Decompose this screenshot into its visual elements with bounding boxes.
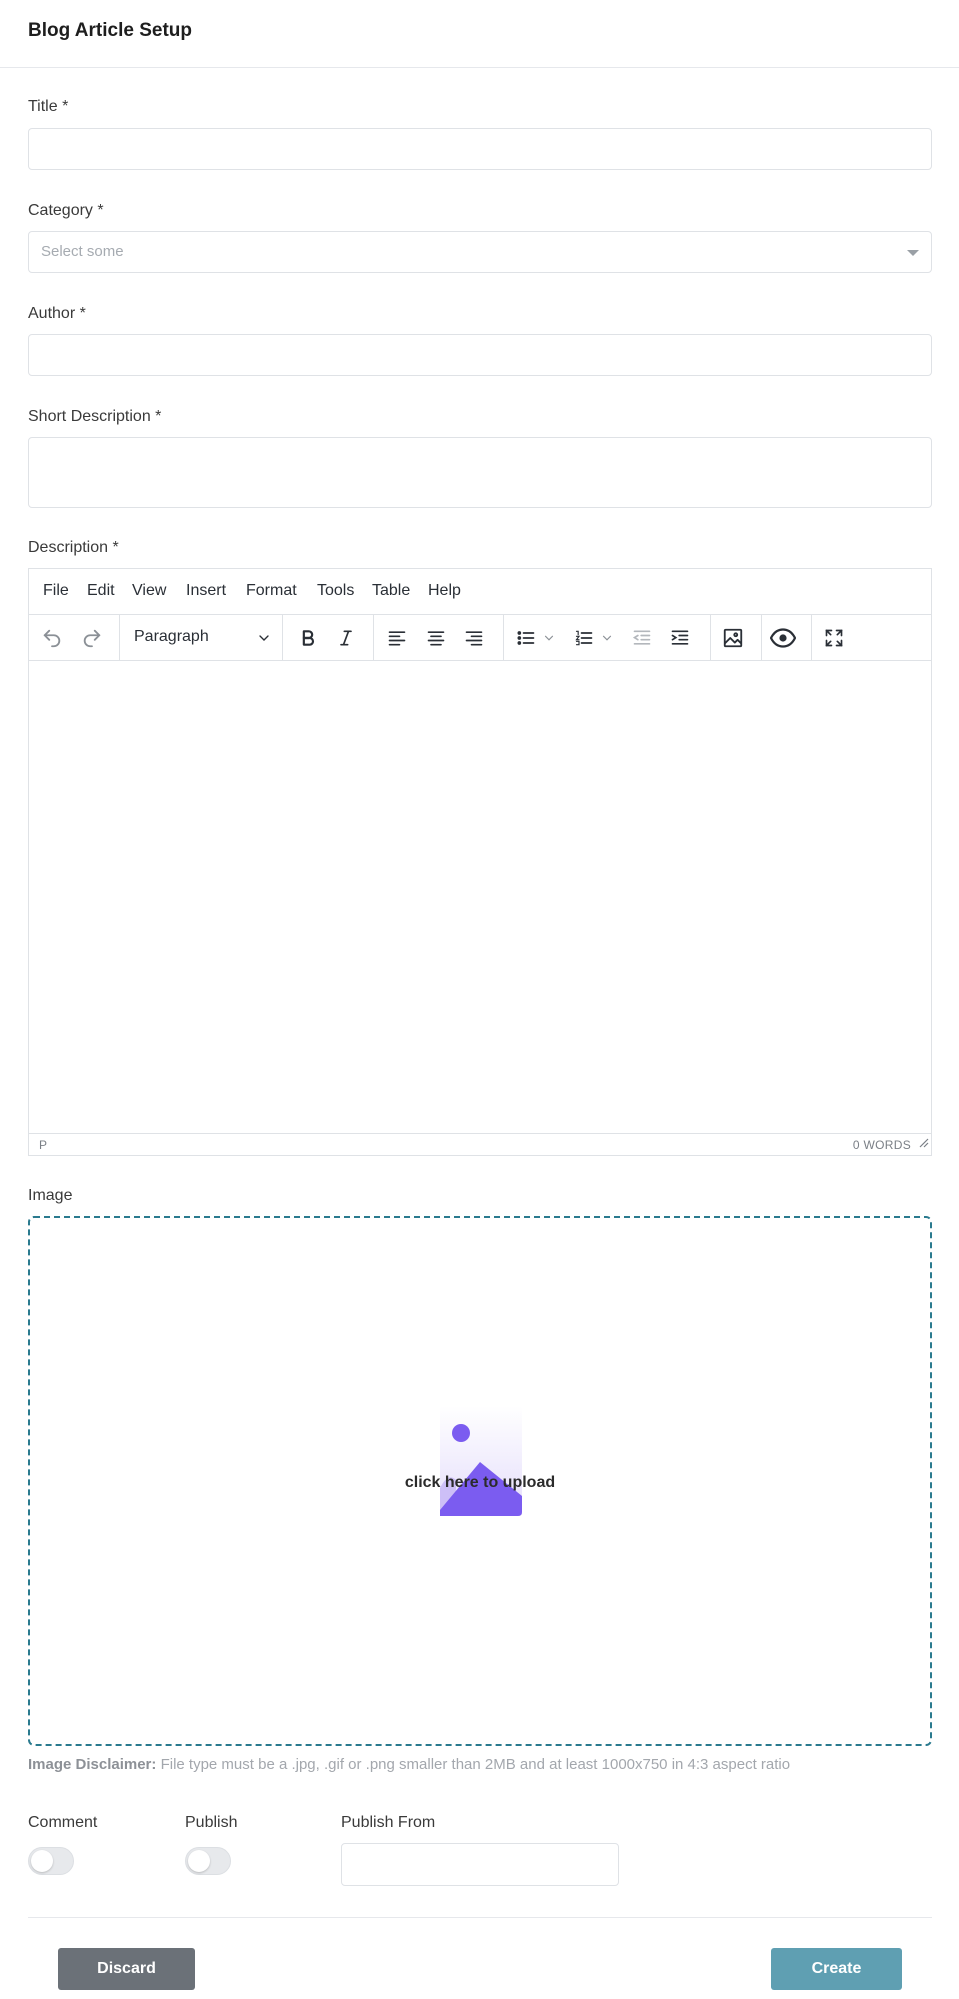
editor-statusbar: P 0 WORDS: [29, 1133, 931, 1155]
numbered-list-icon[interactable]: [571, 625, 597, 651]
author-label: Author *: [28, 305, 86, 322]
toggle-knob: [188, 1850, 210, 1872]
publish-from-label: Publish From: [341, 1814, 436, 1831]
category-label: Category *: [28, 202, 104, 219]
publish-toggle[interactable]: [185, 1847, 231, 1875]
bold-icon[interactable]: [295, 625, 321, 651]
align-center-icon[interactable]: [423, 625, 449, 651]
short-description-label: Short Description *: [28, 408, 162, 425]
footer-divider: [28, 1917, 932, 1918]
publish-from-input[interactable]: [341, 1843, 619, 1886]
element-path[interactable]: P: [39, 1138, 47, 1152]
chevron-down-icon: [251, 625, 277, 651]
short-description-textarea[interactable]: [28, 437, 932, 508]
page-header: Blog Article Setup: [0, 0, 959, 68]
comment-label: Comment: [28, 1814, 98, 1831]
align-right-icon[interactable]: [461, 625, 487, 651]
align-left-icon[interactable]: [384, 625, 410, 651]
editor-toolbar: Paragraph: [29, 615, 931, 661]
toggle-knob: [31, 1850, 53, 1872]
editor-content-area[interactable]: [29, 661, 931, 1134]
page-title: Blog Article Setup: [28, 20, 192, 41]
block-format-label: Paragraph: [134, 628, 209, 645]
preview-icon[interactable]: [770, 625, 796, 651]
chevron-down-icon: [907, 250, 919, 256]
chevron-down-icon[interactable]: [541, 625, 557, 651]
image-dropzone[interactable]: click here to upload: [28, 1216, 932, 1746]
disclaimer-text: File type must be a .jpg, .gif or .png s…: [156, 1756, 791, 1773]
fullscreen-icon[interactable]: [821, 625, 847, 651]
image-label: Image: [28, 1187, 73, 1204]
upload-prompt: click here to upload: [404, 1474, 556, 1491]
comment-toggle[interactable]: [28, 1847, 74, 1875]
menu-view[interactable]: View: [132, 582, 166, 600]
menu-insert[interactable]: Insert: [186, 582, 226, 600]
redo-icon[interactable]: [79, 625, 105, 651]
create-button[interactable]: Create: [771, 1948, 902, 1990]
menu-file[interactable]: File: [43, 582, 69, 600]
category-placeholder: Select some: [41, 243, 124, 260]
resize-handle-icon[interactable]: [919, 1135, 929, 1153]
indent-icon[interactable]: [667, 625, 693, 651]
chevron-down-icon[interactable]: [599, 625, 615, 651]
italic-icon[interactable]: [333, 625, 359, 651]
rich-text-editor: File Edit View Insert Format Tools Table…: [28, 568, 932, 1156]
menu-edit[interactable]: Edit: [87, 582, 115, 600]
menu-tools[interactable]: Tools: [317, 582, 354, 600]
menu-help[interactable]: Help: [428, 582, 461, 600]
category-select[interactable]: Select some: [28, 231, 932, 273]
description-label: Description *: [28, 539, 119, 556]
word-count[interactable]: 0 WORDS: [853, 1138, 911, 1152]
author-input[interactable]: [28, 334, 932, 376]
editor-menubar: File Edit View Insert Format Tools Table…: [29, 569, 931, 615]
publish-label: Publish: [185, 1814, 238, 1831]
undo-icon[interactable]: [39, 625, 65, 651]
disclaimer-title: Image Disclaimer:: [28, 1756, 157, 1773]
title-label: Title *: [28, 98, 69, 115]
image-icon[interactable]: [720, 625, 746, 651]
menu-format[interactable]: Format: [246, 582, 297, 600]
discard-button[interactable]: Discard: [58, 1948, 195, 1990]
outdent-icon[interactable]: [629, 625, 655, 651]
menu-table[interactable]: Table: [372, 582, 410, 600]
image-disclaimer: Image Disclaimer: File type must be a .j…: [28, 1756, 790, 1773]
title-input[interactable]: [28, 128, 932, 170]
bullet-list-icon[interactable]: [513, 625, 539, 651]
image-placeholder-icon: [440, 1406, 522, 1521]
